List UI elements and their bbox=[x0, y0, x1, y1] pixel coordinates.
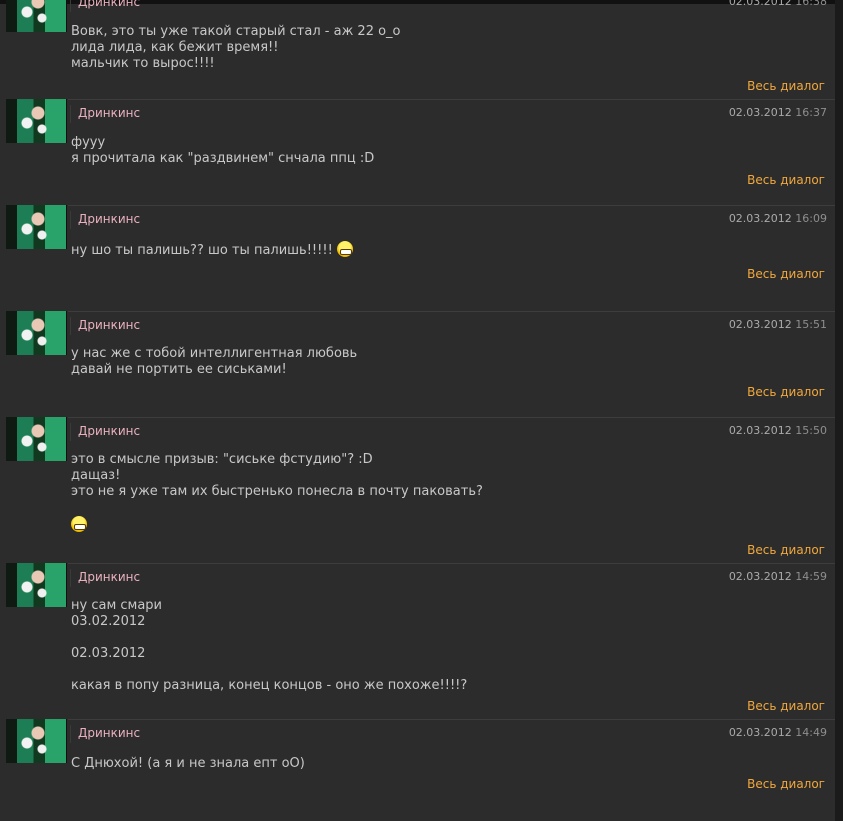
text-content: ну шо ты палишь?? шо ты палишь!!!!! bbox=[71, 243, 337, 258]
message-text: ну шо ты палишь?? шо ты палишь!!!!! bbox=[71, 241, 353, 258]
separator bbox=[70, 423, 71, 441]
message-time: 14:49 bbox=[795, 726, 827, 739]
avatar[interactable] bbox=[6, 99, 67, 143]
message-item: Дринкинс 02.03.2012 16:37 фууу я прочита… bbox=[0, 99, 835, 205]
full-dialog-link[interactable]: Весь диалог bbox=[747, 699, 825, 713]
text-line: ну шо ты палишь?? шо ты палишь!!!!! bbox=[71, 241, 353, 258]
divider bbox=[68, 205, 835, 206]
message-date: 02.03.2012 15:50 bbox=[729, 424, 827, 437]
grin-smiley-icon bbox=[336, 241, 353, 257]
message-time: 16:38 bbox=[795, 0, 827, 8]
text-line: мальчик то вырос!!!! bbox=[71, 56, 215, 71]
message-time: 16:09 bbox=[795, 212, 827, 225]
text-line: 02.03.2012 bbox=[71, 646, 146, 661]
separator bbox=[70, 0, 71, 12]
text-line bbox=[71, 662, 467, 678]
message-text: ну сам смари 03.02.2012 02.03.2012 какая… bbox=[71, 598, 467, 694]
message-time: 15:51 bbox=[795, 318, 827, 331]
text-line: фууу bbox=[71, 135, 106, 150]
divider bbox=[68, 417, 835, 418]
message-text: С Днюхой! (а я и не знала епт оО) bbox=[71, 756, 305, 772]
full-dialog-link[interactable]: Весь диалог bbox=[747, 385, 825, 399]
avatar[interactable] bbox=[6, 311, 67, 355]
message-author[interactable]: Дринкинс bbox=[78, 0, 140, 9]
full-dialog-link[interactable]: Весь диалог bbox=[747, 777, 825, 791]
text-line: С Днюхой! (а я и не знала епт оО) bbox=[71, 756, 305, 771]
message-text: фууу я прочитала как "раздвинем" снчала … bbox=[71, 135, 374, 167]
separator bbox=[70, 105, 71, 123]
message-day: 02.03.2012 bbox=[728, 0, 792, 8]
message-date: 02.03.2012 16:09 bbox=[729, 212, 827, 225]
avatar[interactable] bbox=[6, 563, 67, 607]
message-date: 02.03.2012 16:38 bbox=[729, 0, 827, 8]
message-date: 02.03.2012 14:59 bbox=[729, 570, 827, 583]
separator bbox=[70, 725, 71, 743]
message-author[interactable]: Дринкинс bbox=[78, 726, 140, 740]
message-text: это в смысле призыв: "сиське фстудию"? :… bbox=[71, 452, 483, 532]
text-line: лида лида, как бежит время!! bbox=[71, 40, 279, 55]
full-dialog-link[interactable]: Весь диалог bbox=[747, 79, 825, 93]
text-line: это в смысле призыв: "сиське фстудию"? :… bbox=[71, 452, 373, 467]
avatar[interactable] bbox=[6, 0, 67, 32]
separator bbox=[70, 211, 71, 229]
text-line: дащаз! bbox=[71, 468, 121, 483]
message-date: 02.03.2012 16:37 bbox=[729, 106, 827, 119]
message-item: Дринкинс 02.03.2012 14:49 С Днюхой! (а я… bbox=[0, 719, 835, 819]
avatar[interactable] bbox=[6, 417, 67, 461]
message-date: 02.03.2012 14:49 bbox=[729, 726, 827, 739]
separator bbox=[70, 317, 71, 335]
message-day: 02.03.2012 bbox=[728, 424, 792, 437]
message-day: 02.03.2012 bbox=[728, 570, 792, 583]
full-dialog-link[interactable]: Весь диалог bbox=[747, 543, 825, 557]
message-item: Дринкинс 02.03.2012 16:38 Вовк, это ты у… bbox=[0, 0, 835, 100]
avatar[interactable] bbox=[6, 205, 67, 249]
divider bbox=[68, 563, 835, 564]
message-day: 02.03.2012 bbox=[728, 212, 792, 225]
separator bbox=[70, 569, 71, 587]
message-item: Дринкинс 02.03.2012 15:51 у нас же с тоб… bbox=[0, 311, 835, 417]
text-line bbox=[71, 516, 483, 532]
message-item: Дринкинс 02.03.2012 16:09 ну шо ты палиш… bbox=[0, 205, 835, 311]
text-line: ну сам смари bbox=[71, 598, 162, 613]
message-author[interactable]: Дринкинс bbox=[78, 424, 140, 438]
text-line: это не я уже там их быстренько понесла в… bbox=[71, 484, 483, 499]
message-text: Вовк, это ты уже такой старый стал - аж … bbox=[71, 24, 401, 72]
message-date: 02.03.2012 15:51 bbox=[729, 318, 827, 331]
message-item: Дринкинс 02.03.2012 15:50 это в смысле п… bbox=[0, 417, 835, 563]
text-line: 03.02.2012 bbox=[71, 614, 146, 629]
message-item: Дринкинс 02.03.2012 14:59 ну сам смари 0… bbox=[0, 563, 835, 719]
text-line bbox=[71, 500, 483, 516]
message-time: 14:59 bbox=[795, 570, 827, 583]
message-time: 15:50 bbox=[795, 424, 827, 437]
divider bbox=[68, 99, 835, 100]
text-line: я прочитала как "раздвинем" снчала ппц :… bbox=[71, 151, 375, 166]
divider bbox=[68, 719, 835, 720]
message-author[interactable]: Дринкинс bbox=[78, 570, 140, 584]
message-time: 16:37 bbox=[795, 106, 827, 119]
full-dialog-link[interactable]: Весь диалог bbox=[747, 173, 825, 187]
message-day: 02.03.2012 bbox=[728, 726, 792, 739]
message-text: у нас же с тобой интеллигентная любовь д… bbox=[71, 346, 357, 378]
text-line bbox=[71, 630, 467, 646]
text-line: у нас же с тобой интеллигентная любовь bbox=[71, 346, 358, 361]
divider bbox=[68, 311, 835, 312]
message-author[interactable]: Дринкинс bbox=[78, 212, 140, 226]
grin-smiley-icon bbox=[71, 516, 87, 532]
message-day: 02.03.2012 bbox=[728, 318, 792, 331]
text-line: давай не портить ее сиськами! bbox=[71, 362, 287, 377]
full-dialog-link[interactable]: Весь диалог bbox=[747, 267, 825, 281]
text-line: какая в попу разница, конец концов - оно… bbox=[71, 678, 468, 693]
scrollbar[interactable] bbox=[835, 0, 843, 821]
avatar[interactable] bbox=[6, 719, 67, 763]
message-day: 02.03.2012 bbox=[728, 106, 792, 119]
text-line: Вовк, это ты уже такой старый стал - аж … bbox=[71, 24, 401, 39]
message-author[interactable]: Дринкинс bbox=[78, 318, 140, 332]
message-author[interactable]: Дринкинс bbox=[78, 106, 140, 120]
